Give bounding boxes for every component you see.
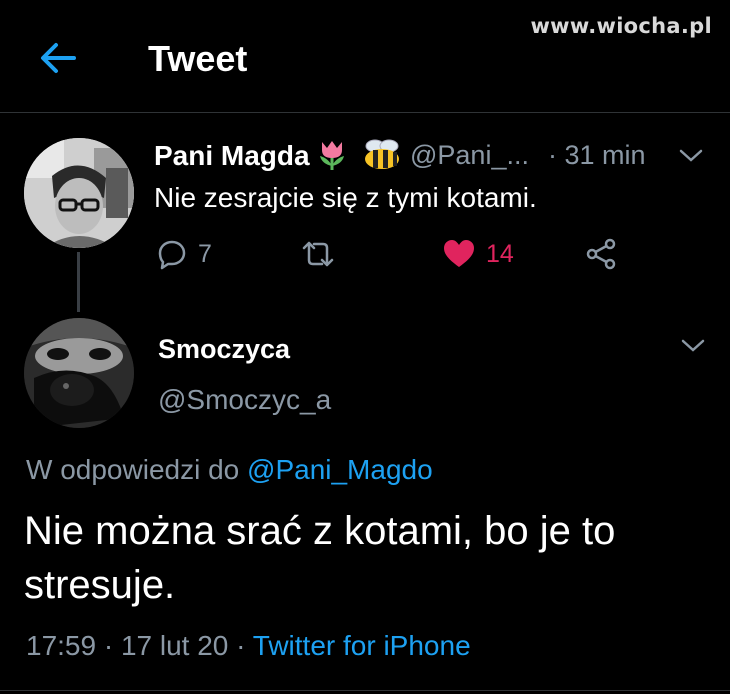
page-title: Tweet bbox=[148, 38, 248, 79]
divider bbox=[0, 690, 730, 691]
avatar[interactable] bbox=[24, 138, 134, 248]
avatar-photo bbox=[24, 318, 134, 428]
tulip-icon bbox=[314, 138, 350, 177]
avatar-photo bbox=[24, 138, 134, 248]
reply-count: 7 bbox=[198, 239, 212, 268]
reply-icon bbox=[158, 240, 186, 270]
heart-icon bbox=[444, 240, 474, 267]
author-name[interactable]: Smoczyca bbox=[158, 334, 290, 365]
reply-mention-link[interactable]: @Pani_Magdo bbox=[247, 454, 433, 485]
chevron-down-icon[interactable] bbox=[680, 338, 706, 359]
reply-prefix: W odpowiedzi do bbox=[26, 454, 240, 485]
tweet-date: 17:59 · 17 lut 20 · bbox=[26, 630, 246, 661]
bee-icon bbox=[362, 138, 402, 177]
arrow-left-icon bbox=[41, 43, 76, 73]
author-handle[interactable]: @Smoczyc_a bbox=[158, 384, 331, 416]
tweet-time[interactable]: · 31 min bbox=[548, 140, 646, 171]
share-button[interactable] bbox=[584, 234, 618, 274]
tweet-text: Nie zesrajcie się z tymi kotami. bbox=[154, 182, 537, 213]
retweet-button[interactable] bbox=[300, 234, 346, 274]
retweet-icon bbox=[302, 241, 334, 267]
like-count: 14 bbox=[486, 239, 514, 268]
back-button[interactable] bbox=[38, 40, 78, 76]
tweet-text: Nie można srać z kotami, bo je to stresu… bbox=[24, 509, 616, 607]
avatar[interactable] bbox=[24, 318, 134, 428]
author-name[interactable]: Pani Magda bbox=[154, 140, 310, 172]
tweet-actions: 7 14 bbox=[154, 234, 634, 274]
tweet-meta: 17:59 · 17 lut 20 · Twitter for iPhone bbox=[26, 630, 471, 662]
thread-connector bbox=[77, 252, 80, 312]
header: Tweet bbox=[0, 0, 730, 113]
share-icon bbox=[586, 238, 616, 270]
chevron-down-icon[interactable] bbox=[678, 148, 704, 169]
like-button[interactable]: 14 bbox=[442, 234, 514, 274]
reply-button[interactable]: 7 bbox=[156, 234, 212, 274]
tweet-source-link[interactable]: Twitter for iPhone bbox=[253, 630, 471, 661]
reply-context: W odpowiedzi do @Pani_Magdo bbox=[26, 454, 433, 486]
author-handle[interactable]: @Pani_... bbox=[410, 140, 529, 171]
